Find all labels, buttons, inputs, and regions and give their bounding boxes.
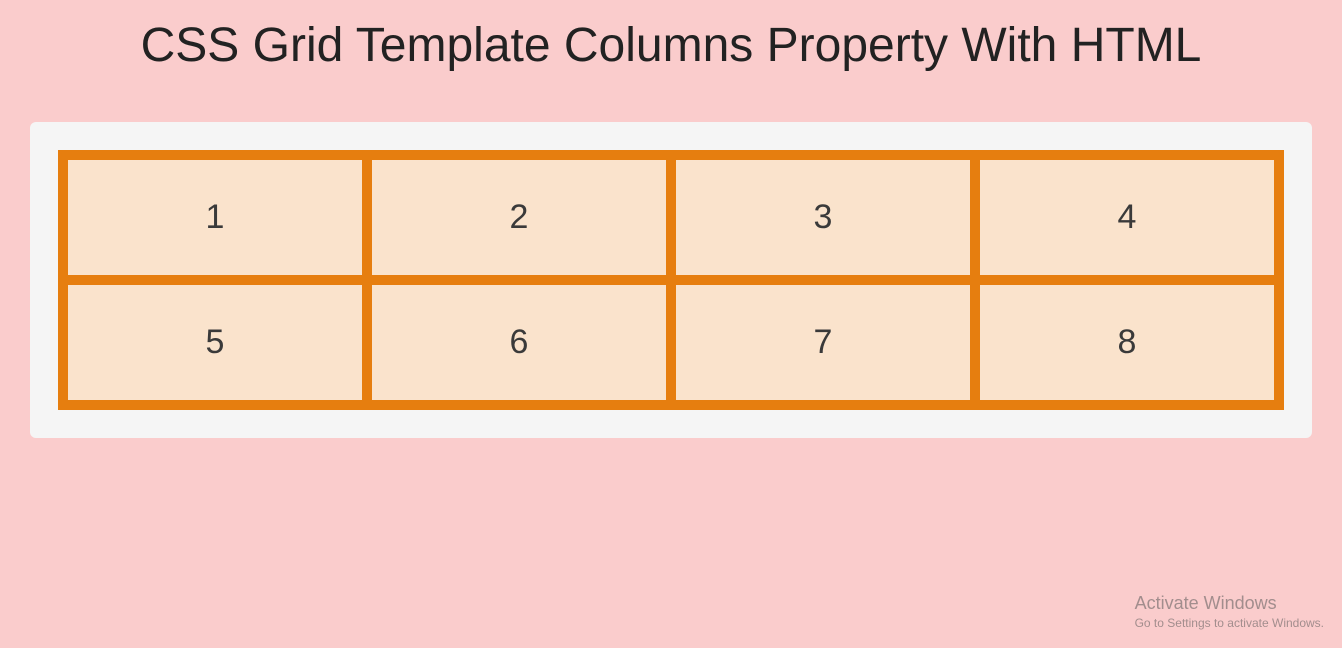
grid-item: 5 [68,285,362,400]
page-title: CSS Grid Template Columns Property With … [0,0,1342,77]
grid-item: 2 [372,160,666,275]
outer-panel: 1 2 3 4 5 6 7 8 [30,122,1312,438]
grid-item: 4 [980,160,1274,275]
grid-item: 7 [676,285,970,400]
windows-activation-watermark: Activate Windows Go to Settings to activ… [1135,593,1324,630]
watermark-subtitle: Go to Settings to activate Windows. [1135,616,1324,630]
grid-item: 6 [372,285,666,400]
grid-item: 3 [676,160,970,275]
watermark-title: Activate Windows [1135,593,1324,614]
grid-item: 1 [68,160,362,275]
grid-item: 8 [980,285,1274,400]
grid-container: 1 2 3 4 5 6 7 8 [58,150,1284,410]
